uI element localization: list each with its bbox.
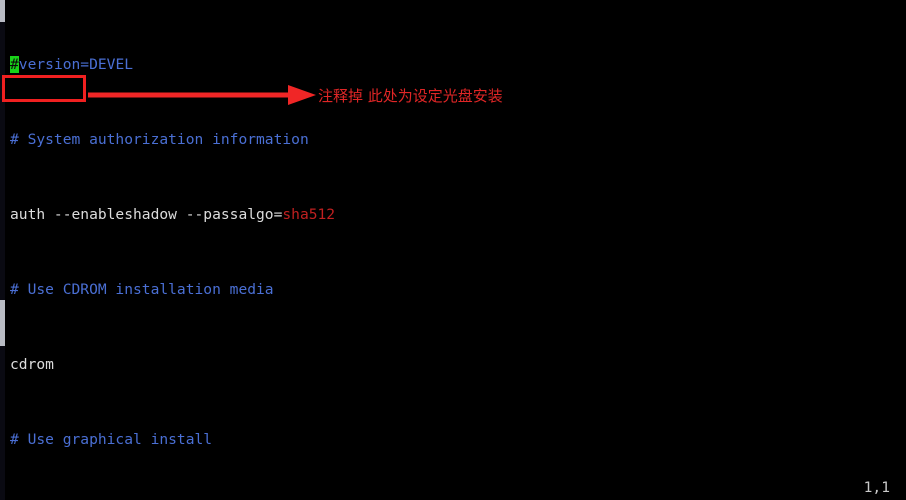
code-line: # System authorization information: [10, 131, 309, 149]
code-line: # Use graphical install: [10, 431, 213, 449]
code-line: auth --enableshadow --passalgo=sha512: [10, 206, 906, 225]
code-text: version=DEVEL: [18, 56, 134, 74]
scrollbar-thumb-top[interactable]: [0, 0, 5, 22]
scrollbar-thumb-bottom[interactable]: [0, 300, 5, 346]
editor-text-area[interactable]: #version=DEVEL # System authorization in…: [10, 0, 906, 500]
code-text: cdrom: [10, 356, 54, 374]
cursor-block: #: [10, 56, 19, 74]
terminal-window: #version=DEVEL # System authorization in…: [0, 0, 906, 500]
code-line: # Use CDROM installation media: [10, 281, 274, 299]
code-value: sha512: [282, 206, 336, 224]
code-line-cdrom: cdrom: [10, 356, 906, 375]
scrollbar-gutter[interactable]: [0, 0, 5, 500]
code-line: #version=DEVEL: [10, 56, 906, 75]
cursor-position-status: 1,1: [863, 479, 890, 496]
code-text: auth --enableshadow --passalgo=: [10, 206, 283, 224]
annotation-note-text: 注释掉 此处为设定光盘安装: [318, 87, 503, 105]
